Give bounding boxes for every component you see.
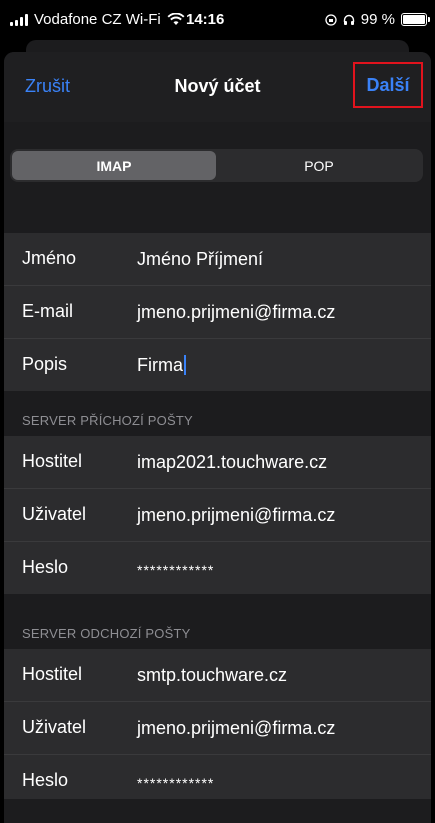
incoming-host-label: Hostitel <box>22 451 83 471</box>
row-name[interactable]: Jméno Jméno Příjmení <box>4 233 431 286</box>
new-account-sheet: Zrušit Nový účet Další IMAP POP Jméno Jm… <box>4 52 431 823</box>
description-field[interactable]: Firma <box>137 355 186 376</box>
incoming-user-field[interactable]: jmeno.prijmeni@firma.cz <box>137 505 335 526</box>
email-field[interactable]: jmeno.prijmeni@firma.cz <box>137 302 335 323</box>
incoming-user-label: Uživatel <box>22 504 87 524</box>
row-outgoing-host[interactable]: Hostitel smtp.touchware.cz <box>4 649 431 702</box>
outgoing-password-label: Heslo <box>22 770 69 790</box>
outgoing-password-field[interactable]: ************ <box>137 775 214 791</box>
segment-imap[interactable]: IMAP <box>12 151 216 180</box>
headphones-icon <box>343 14 354 25</box>
outgoing-host-label: Hostitel <box>22 664 83 684</box>
carrier-info: Vodafone CZ Wi-Fi <box>10 11 185 28</box>
text-cursor <box>184 355 186 375</box>
segment-pop[interactable]: POP <box>217 151 421 180</box>
bottom-spacer <box>4 799 431 823</box>
email-label: E-mail <box>22 301 74 321</box>
row-incoming-host[interactable]: Hostitel imap2021.touchware.cz <box>4 436 431 489</box>
next-button[interactable]: Další <box>353 62 423 108</box>
battery-percent: 99 % <box>360 11 395 28</box>
status-right: 99 % <box>325 11 430 28</box>
status-time: 14:16 <box>186 11 225 28</box>
battery-icon <box>401 13 430 26</box>
account-group: Jméno Jméno Příjmení E-mail jmeno.prijme… <box>4 233 431 391</box>
name-label: Jméno <box>22 248 77 268</box>
outgoing-user-field[interactable]: jmeno.prijmeni@firma.cz <box>137 718 335 739</box>
outgoing-server-header: SERVER ODCHOZÍ POŠTY <box>22 626 191 641</box>
incoming-host-field[interactable]: imap2021.touchware.cz <box>137 452 327 473</box>
outgoing-user-label: Uživatel <box>22 717 87 737</box>
description-value: Firma <box>137 355 183 375</box>
outgoing-server-group: Hostitel smtp.touchware.cz Uživatel jmen… <box>4 649 431 807</box>
status-bar: Vodafone CZ Wi-Fi 14:16 99 % <box>0 0 435 40</box>
incoming-password-label: Heslo <box>22 557 69 577</box>
orientation-lock-icon <box>325 13 337 26</box>
incoming-server-group: Hostitel imap2021.touchware.cz Uživatel … <box>4 436 431 594</box>
wifi-icon <box>167 13 185 25</box>
description-label: Popis <box>22 354 68 374</box>
incoming-server-header: SERVER PŘÍCHOZÍ POŠTY <box>22 413 193 428</box>
incoming-password-field[interactable]: ************ <box>137 562 214 578</box>
outgoing-host-field[interactable]: smtp.touchware.cz <box>137 665 287 686</box>
row-outgoing-user[interactable]: Uživatel jmeno.prijmeni@firma.cz <box>4 702 431 755</box>
protocol-segmented-control: IMAP POP <box>10 149 423 182</box>
navigation-bar: Zrušit Nový účet Další <box>4 52 431 122</box>
signal-icon <box>10 13 28 26</box>
row-email[interactable]: E-mail jmeno.prijmeni@firma.cz <box>4 286 431 339</box>
row-incoming-user[interactable]: Uživatel jmeno.prijmeni@firma.cz <box>4 489 431 542</box>
name-field[interactable]: Jméno Příjmení <box>137 249 263 270</box>
row-incoming-password[interactable]: Heslo ************ <box>4 542 431 594</box>
next-button-label: Další <box>366 74 410 95</box>
row-description[interactable]: Popis Firma <box>4 339 431 391</box>
carrier-name: Vodafone CZ Wi-Fi <box>34 11 161 28</box>
